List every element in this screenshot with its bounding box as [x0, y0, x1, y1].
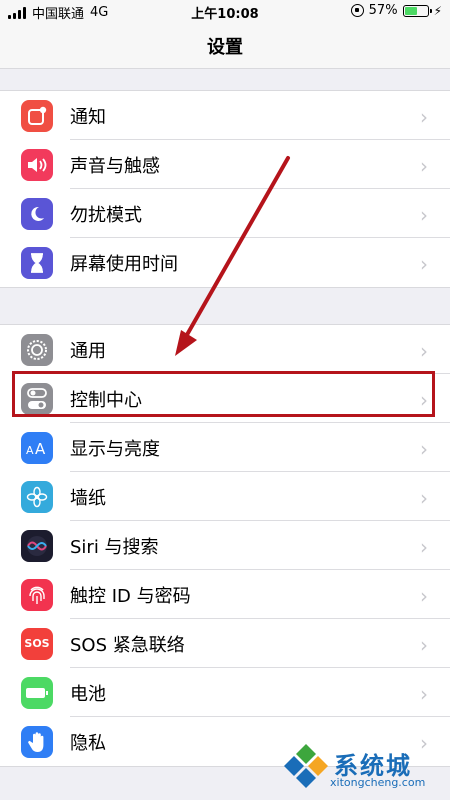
annotation-arrow [175, 156, 290, 356]
watermark-url: xitongcheng.com [330, 776, 426, 789]
watermark-logo-icon [284, 744, 328, 788]
watermark: 系统城 xitongcheng.com [282, 742, 444, 796]
